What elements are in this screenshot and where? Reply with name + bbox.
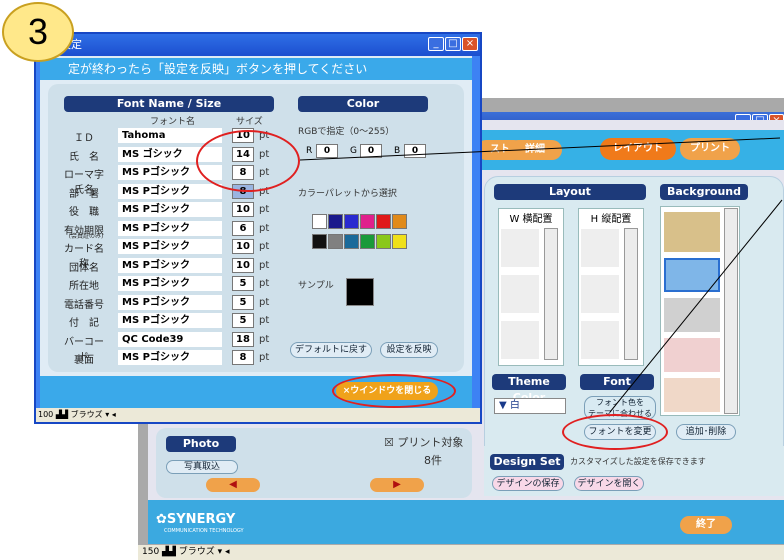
annotation-pointer-lines bbox=[299, 137, 783, 413]
